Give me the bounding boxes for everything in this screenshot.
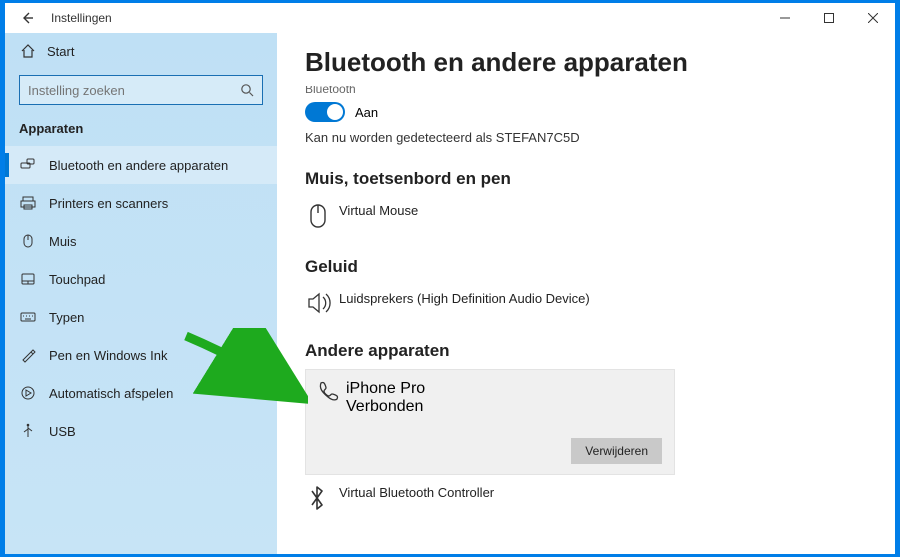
device-row[interactable]: Virtual Mouse	[305, 197, 867, 249]
device-name: Luidsprekers (High Definition Audio Devi…	[339, 291, 590, 306]
sidebar-category: Apparaten	[5, 117, 277, 146]
bluetooth-icon	[305, 485, 339, 511]
window-title: Instellingen	[51, 11, 112, 25]
sidebar-nav: Bluetooth en andere apparaten Printers e…	[5, 146, 277, 450]
home-label: Start	[47, 44, 74, 59]
sidebar-item-label: Printers en scanners	[49, 196, 168, 211]
minimize-icon	[780, 13, 790, 23]
device-status: Verbonden	[346, 398, 425, 416]
sidebar-item-label: Muis	[49, 234, 76, 249]
touchpad-icon	[19, 271, 37, 287]
sidebar-item-autoplay[interactable]: Automatisch afspelen	[5, 374, 277, 412]
section-audio: Geluid	[305, 257, 867, 277]
device-name: Virtual Bluetooth Controller	[339, 485, 494, 500]
bluetooth-label: Bluetooth	[305, 86, 867, 96]
home-icon	[19, 43, 37, 59]
mouse-icon	[19, 233, 37, 249]
sidebar-item-mouse[interactable]: Muis	[5, 222, 277, 260]
back-button[interactable]	[13, 4, 41, 32]
device-name: iPhone Pro	[346, 380, 425, 398]
sidebar-item-label: Typen	[49, 310, 84, 325]
sidebar: Start Apparaten Bluetooth en andere appa…	[5, 33, 277, 554]
speaker-icon	[305, 291, 339, 315]
minimize-button[interactable]	[763, 3, 807, 33]
sidebar-item-printers[interactable]: Printers en scanners	[5, 184, 277, 222]
sidebar-item-label: USB	[49, 424, 76, 439]
toggle-state-label: Aan	[355, 105, 378, 120]
home-button[interactable]: Start	[5, 37, 277, 65]
autoplay-icon	[19, 385, 37, 401]
usb-icon	[19, 423, 37, 439]
sidebar-item-bluetooth[interactable]: Bluetooth en andere apparaten	[5, 146, 277, 184]
pen-icon	[19, 347, 37, 363]
settings-window: Instellingen Start Apparaten	[5, 3, 895, 554]
sidebar-item-label: Pen en Windows Ink	[49, 348, 168, 363]
arrow-left-icon	[20, 11, 34, 25]
device-row[interactable]: Virtual Bluetooth Controller	[305, 475, 867, 529]
sidebar-item-label: Automatisch afspelen	[49, 386, 173, 401]
section-mouse-kb-pen: Muis, toetsenbord en pen	[305, 169, 867, 189]
maximize-icon	[824, 13, 834, 23]
phone-icon	[316, 380, 346, 416]
close-icon	[868, 13, 878, 23]
selected-device-card[interactable]: iPhone Pro Verbonden Verwijderen	[305, 369, 675, 475]
titlebar: Instellingen	[5, 3, 895, 33]
maximize-button[interactable]	[807, 3, 851, 33]
sidebar-item-touchpad[interactable]: Touchpad	[5, 260, 277, 298]
device-name: Virtual Mouse	[339, 203, 418, 218]
mouse-icon	[305, 203, 339, 231]
sidebar-item-label: Bluetooth en andere apparaten	[49, 158, 228, 173]
section-other: Andere apparaten	[305, 341, 867, 361]
keyboard-icon	[19, 309, 37, 325]
page-title: Bluetooth en andere apparaten	[305, 47, 867, 78]
search-box[interactable]	[19, 75, 263, 105]
discoverable-text: Kan nu worden gedetecteerd als STEFAN7C5…	[305, 130, 867, 145]
bluetooth-toggle[interactable]	[305, 102, 345, 122]
remove-device-button[interactable]: Verwijderen	[571, 438, 662, 464]
device-row[interactable]: Luidsprekers (High Definition Audio Devi…	[305, 285, 867, 333]
sidebar-item-typing[interactable]: Typen	[5, 298, 277, 336]
sidebar-item-pen[interactable]: Pen en Windows Ink	[5, 336, 277, 374]
printer-icon	[19, 195, 37, 211]
devices-icon	[19, 157, 37, 173]
content-pane: Bluetooth en andere apparaten Bluetooth …	[277, 33, 895, 554]
search-icon	[240, 83, 254, 97]
close-button[interactable]	[851, 3, 895, 33]
search-input[interactable]	[28, 83, 240, 98]
sidebar-item-label: Touchpad	[49, 272, 105, 287]
sidebar-item-usb[interactable]: USB	[5, 412, 277, 450]
